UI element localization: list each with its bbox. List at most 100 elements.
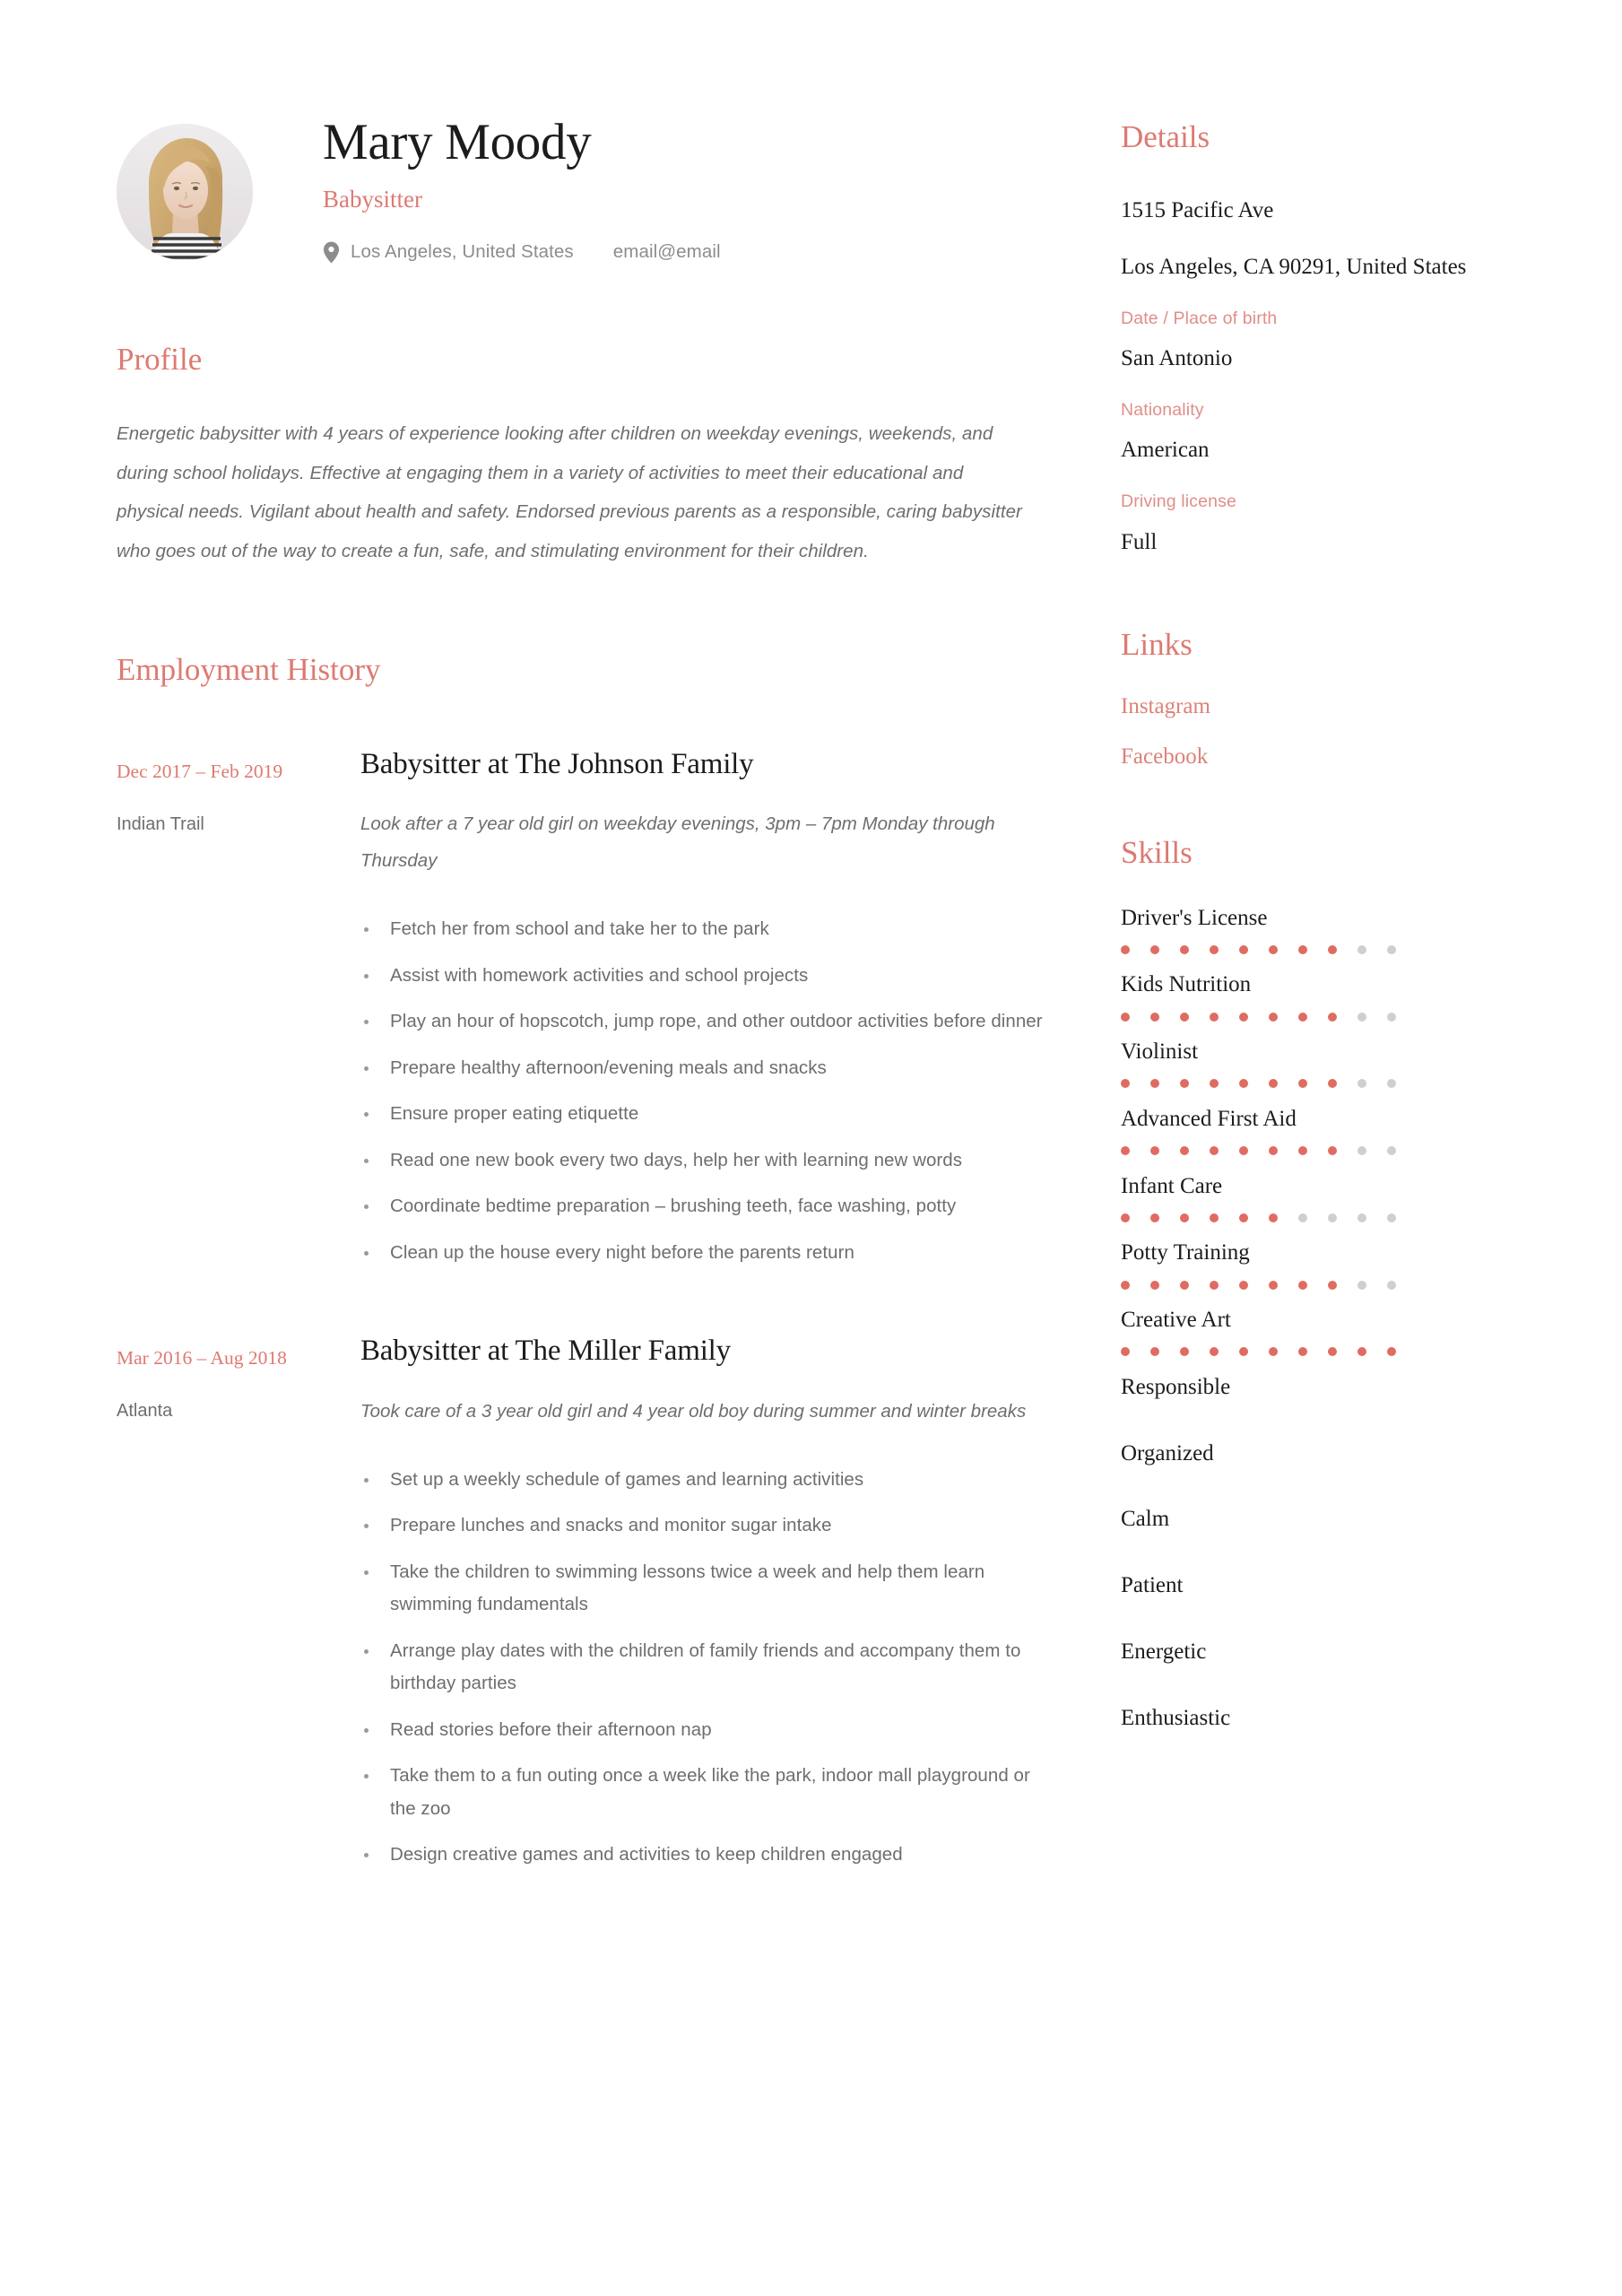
contact-row: Los Angeles, United States email@email xyxy=(323,241,1058,264)
rating-dot-filled xyxy=(1150,1012,1159,1022)
rating-dot-filled xyxy=(1269,1079,1278,1089)
rating-dot-filled xyxy=(1180,1012,1189,1022)
job-bullet: Set up a weekly schedule of games and le… xyxy=(360,1464,1058,1496)
rating-dot-filled xyxy=(1328,1012,1337,1022)
rating-dot-filled xyxy=(1210,1280,1219,1290)
rating-dot-filled xyxy=(1328,1280,1337,1290)
skill-item: Responsible xyxy=(1121,1372,1506,1403)
rating-dot-filled xyxy=(1180,1280,1189,1290)
skill-rating xyxy=(1121,1012,1506,1022)
skill-item: Enthusiastic xyxy=(1121,1703,1506,1734)
details-section: Details 1515 Pacific Ave Los Angeles, CA… xyxy=(1121,119,1506,558)
rating-dot-empty xyxy=(1357,1213,1366,1222)
job-meta: Mar 2016 – Aug 2018 Atlanta xyxy=(117,1334,360,1422)
rating-dot-filled xyxy=(1328,944,1337,954)
link-facebook[interactable]: Facebook xyxy=(1121,743,1506,772)
rating-dot-filled xyxy=(1121,1079,1130,1089)
links-section: Links Instagram Facebook xyxy=(1121,626,1506,772)
rating-dot-filled xyxy=(1239,1012,1248,1022)
skill-item: Potty Training xyxy=(1121,1238,1506,1290)
detail-value-nationality: American xyxy=(1121,438,1210,463)
rating-dot-filled xyxy=(1239,1146,1248,1156)
job-dates: Dec 2017 – Feb 2019 xyxy=(117,760,283,782)
rating-dot-filled xyxy=(1269,1012,1278,1022)
rating-dot-filled xyxy=(1239,1079,1248,1089)
rating-dot-empty xyxy=(1387,1079,1396,1089)
rating-dot-filled xyxy=(1298,944,1307,954)
skill-item: Patient xyxy=(1121,1570,1506,1601)
skill-item: Energetic xyxy=(1121,1637,1506,1667)
job-bullet: Assist with homework activities and scho… xyxy=(360,960,1058,992)
rating-dot-filled xyxy=(1180,1079,1189,1089)
profile-section: Profile Energetic babysitter with 4 year… xyxy=(117,342,1058,570)
skills-list: Driver's License Kids Nutrition Violinist A… xyxy=(1121,903,1506,1734)
rating-dot-filled xyxy=(1121,1347,1130,1357)
rating-dot-filled xyxy=(1121,1280,1130,1290)
rating-dot-filled xyxy=(1210,1012,1219,1022)
header-text: Mary Moody Babysitter Los Angeles, Unite… xyxy=(253,108,1058,264)
skill-rating xyxy=(1121,1347,1506,1357)
skill-item: Violinist xyxy=(1121,1037,1506,1089)
rating-dot-filled xyxy=(1210,944,1219,954)
rating-dot-filled xyxy=(1328,1079,1337,1089)
rating-dot-filled xyxy=(1180,944,1189,954)
rating-dot-filled xyxy=(1150,1280,1159,1290)
rating-dot-filled xyxy=(1150,944,1159,954)
job-dates: Mar 2016 – Aug 2018 xyxy=(117,1347,287,1370)
portrait-photo-icon xyxy=(117,124,253,260)
skills-heading: Skills xyxy=(1121,835,1193,871)
rating-dot-empty xyxy=(1357,1012,1366,1022)
skill-name: Energetic xyxy=(1121,1639,1207,1664)
skill-name: Infant Care xyxy=(1121,1173,1223,1198)
detail-value-dob: San Antonio xyxy=(1121,345,1233,370)
rating-dot-filled xyxy=(1180,1347,1189,1357)
skill-name: Calm xyxy=(1121,1507,1170,1532)
rating-dot-filled xyxy=(1269,1146,1278,1156)
rating-dot-empty xyxy=(1357,1079,1366,1089)
skill-item: Creative Art xyxy=(1121,1305,1506,1357)
map-pin-icon xyxy=(323,241,340,264)
job-entry: Mar 2016 – Aug 2018 Atlanta Babysitter at … xyxy=(117,1334,1058,1871)
rating-dot-filled xyxy=(1298,1012,1307,1022)
detail-address-line-1: 1515 Pacific Ave xyxy=(1121,197,1274,222)
link-instagram[interactable]: Instagram xyxy=(1121,692,1506,722)
job-bullet: Fetch her from school and take her to th… xyxy=(360,913,1058,945)
skills-section: Skills Driver's License Kids Nutrition Vio… xyxy=(1121,836,1506,1733)
links-heading: Links xyxy=(1121,626,1193,662)
skill-item: Kids Nutrition xyxy=(1121,970,1506,1022)
rating-dot-filled xyxy=(1180,1146,1189,1156)
rating-dot-filled xyxy=(1298,1280,1307,1290)
avatar xyxy=(117,124,253,260)
skill-rating xyxy=(1121,1146,1506,1156)
job-list: Dec 2017 – Feb 2019 Indian Trail Babysitte… xyxy=(117,747,1058,1872)
rating-dot-empty xyxy=(1387,1213,1396,1222)
candidate-name: Mary Moody xyxy=(323,114,592,170)
rating-dot-filled xyxy=(1210,1079,1219,1089)
rating-dot-filled xyxy=(1121,944,1130,954)
rating-dot-filled xyxy=(1357,1347,1366,1357)
job-location: Indian Trail xyxy=(117,813,204,834)
detail-label-driving-license: Driving license xyxy=(1121,491,1237,512)
rating-dot-filled xyxy=(1269,1213,1278,1222)
rating-dot-filled xyxy=(1239,944,1248,954)
skill-name: Driver's License xyxy=(1121,905,1268,930)
skill-rating xyxy=(1121,1079,1506,1089)
job-entry: Dec 2017 – Feb 2019 Indian Trail Babysitte… xyxy=(117,747,1058,1269)
detail-label-dob: Date / Place of birth xyxy=(1121,308,1278,328)
rating-dot-filled xyxy=(1121,1012,1130,1022)
rating-dot-empty xyxy=(1357,1280,1366,1290)
skill-item: Organized xyxy=(1121,1439,1506,1469)
skill-rating xyxy=(1121,944,1506,954)
main-column: Mary Moody Babysitter Los Angeles, Unite… xyxy=(117,108,1121,2296)
detail-label-nationality: Nationality xyxy=(1121,399,1204,420)
skill-item: Calm xyxy=(1121,1504,1506,1535)
rating-dot-filled xyxy=(1150,1347,1159,1357)
job-body: Babysitter at The Johnson Family Look aft… xyxy=(360,747,1058,1269)
rating-dot-empty xyxy=(1357,944,1366,954)
rating-dot-filled xyxy=(1180,1213,1189,1222)
skill-name: Patient xyxy=(1121,1573,1184,1598)
rating-dot-filled xyxy=(1298,1146,1307,1156)
detail-value-driving-license: Full xyxy=(1121,529,1158,554)
job-location: Atlanta xyxy=(117,1401,173,1422)
rating-dot-filled xyxy=(1239,1280,1248,1290)
